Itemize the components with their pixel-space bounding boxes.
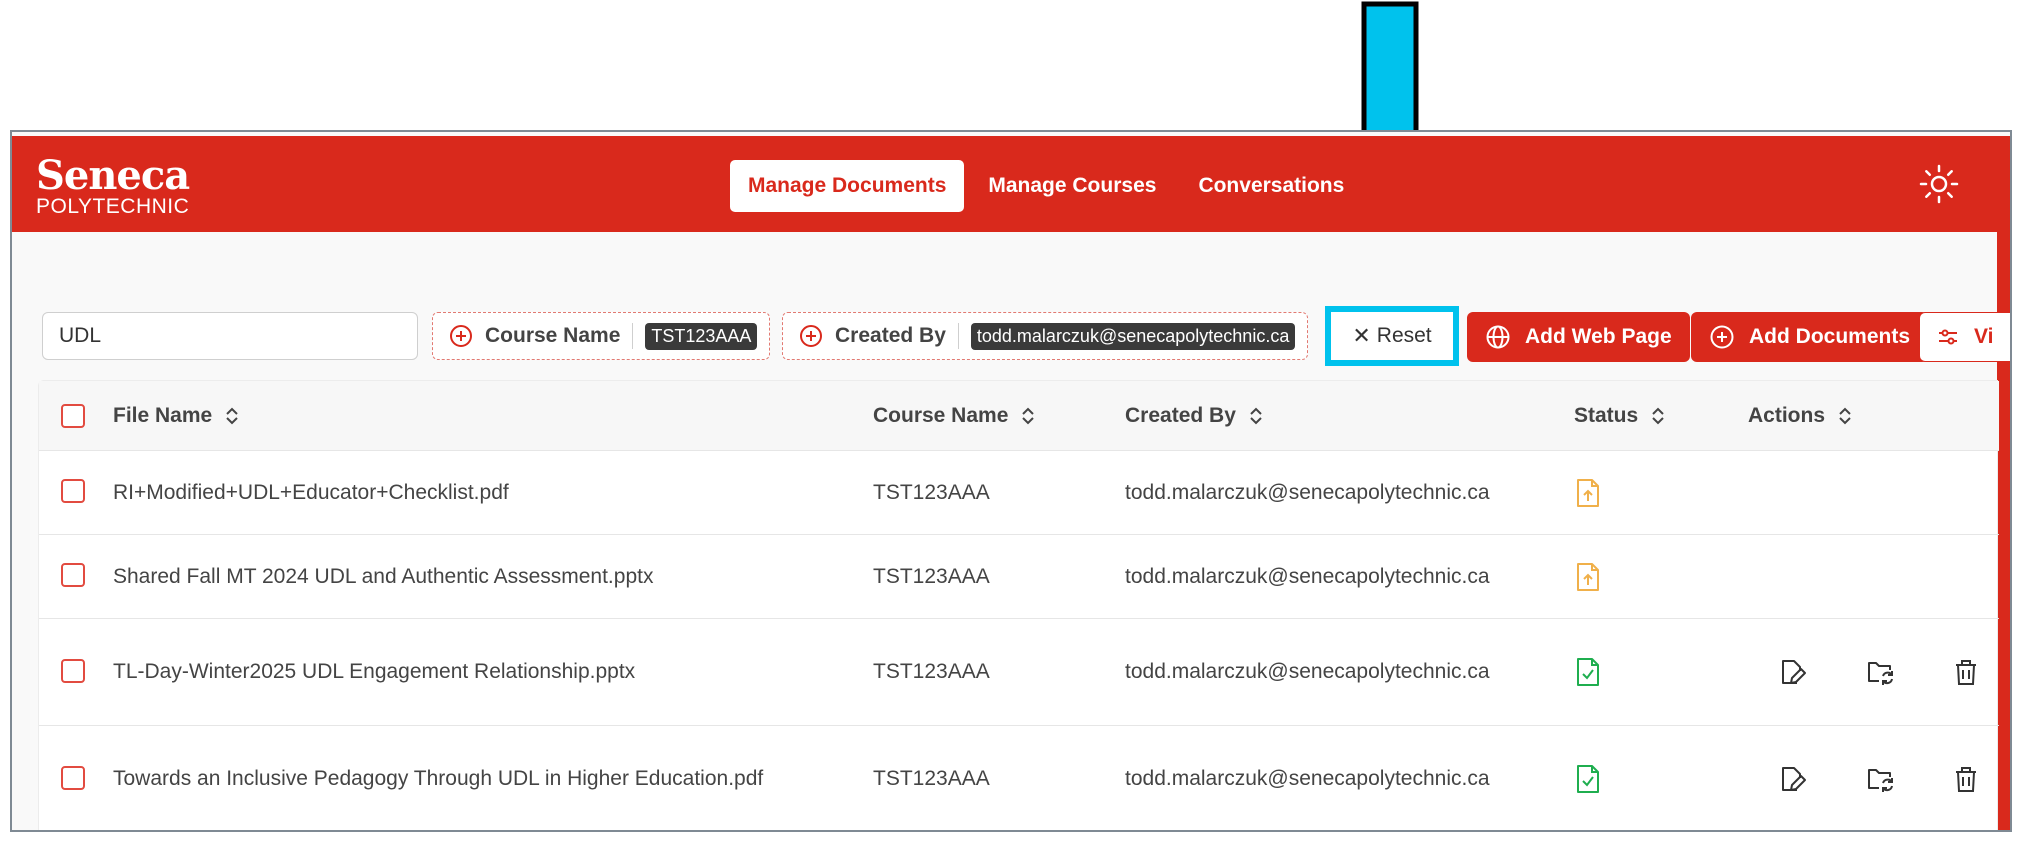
course-name-cell: TST123AAA (873, 480, 990, 504)
folder-sync-icon[interactable] (1865, 657, 1895, 687)
scrollbar-edge (1997, 136, 2010, 830)
table-row[interactable]: RI+Modified+UDL+Educator+Checklist.pdf T… (39, 451, 1999, 535)
status-cell (1575, 535, 1601, 618)
column-header-course-name[interactable]: Course Name (873, 381, 1036, 450)
file-name-cell[interactable]: RI+Modified+UDL+Educator+Checklist.pdf (113, 451, 509, 534)
main-nav: Manage Documents Manage Courses Conversa… (730, 160, 1368, 212)
app-window: Seneca POLYTECHNIC Manage Documents Mana… (10, 130, 2012, 832)
select-all-checkbox[interactable] (61, 404, 85, 428)
nav-manage-documents[interactable]: Manage Documents (730, 160, 965, 212)
action-delete[interactable] (1951, 619, 1981, 725)
globe-icon (1486, 325, 1510, 349)
column-label: Actions (1748, 403, 1826, 427)
filter-label: Created By (835, 324, 946, 347)
action-delete[interactable] (1951, 726, 1981, 830)
table-row[interactable]: Towards an Inclusive Pedagogy Through UD… (39, 726, 1999, 830)
edit-file-icon[interactable] (1777, 764, 1807, 794)
status-cell (1575, 619, 1601, 725)
course-name-cell: TST123AAA (873, 767, 990, 790)
logo-main-text: Seneca (36, 152, 190, 199)
search-input[interactable] (42, 312, 418, 360)
add-web-page-label: Add Web Page (1525, 325, 1672, 348)
reset-label: Reset (1376, 324, 1432, 347)
column-label: Created By (1125, 403, 1236, 427)
filter-created-by[interactable]: Created By todd.malarczuk@senecapolytech… (782, 312, 1309, 360)
row-checkbox[interactable] (61, 479, 85, 503)
sliders-icon (1939, 329, 1957, 345)
file-name-cell[interactable]: Shared Fall MT 2024 UDL and Authentic As… (113, 535, 653, 618)
course-name-cell: TST123AAA (873, 660, 990, 683)
folder-sync-icon[interactable] (1865, 764, 1895, 794)
filter-label: Course Name (485, 324, 621, 347)
action-move[interactable] (1865, 726, 1895, 830)
trash-icon[interactable] (1951, 657, 1981, 687)
plus-circle-icon (1710, 325, 1734, 349)
filter-value-chip: TST123AAA (645, 322, 758, 350)
row-checkbox[interactable] (61, 659, 85, 683)
add-documents-label: Add Documents (1749, 325, 1911, 348)
reset-button[interactable]: ✕ Reset (1325, 306, 1459, 366)
filter-course-name[interactable]: Course Name TST123AAA (432, 312, 771, 360)
row-checkbox[interactable] (61, 766, 85, 790)
action-move[interactable] (1865, 619, 1895, 725)
column-header-status[interactable]: Status (1574, 381, 1666, 450)
trash-icon[interactable] (1951, 764, 1981, 794)
column-label: File Name (113, 403, 213, 427)
created-by-cell: todd.malarczuk@senecapolytechnic.ca (1125, 767, 1490, 790)
table-row[interactable]: Shared Fall MT 2024 UDL and Authentic As… (39, 535, 1999, 619)
sun-icon[interactable] (1917, 162, 1961, 206)
table-header-row: File Name Course Name Created By Status … (39, 381, 1999, 451)
nav-conversations[interactable]: Conversations (1180, 160, 1362, 212)
sort-icon (1250, 407, 1262, 424)
created-by-cell: todd.malarczuk@senecapolytechnic.ca (1125, 564, 1490, 588)
created-by-cell: todd.malarczuk@senecapolytechnic.ca (1125, 480, 1490, 504)
column-label: Status (1574, 403, 1639, 427)
logo-sub-text: POLYTECHNIC (36, 195, 190, 218)
table-row[interactable]: TL-Day-Winter2025 UDL Engagement Relatio… (39, 619, 1999, 726)
seneca-logo[interactable]: Seneca POLYTECHNIC (36, 152, 190, 218)
column-label: Course Name (873, 403, 1009, 427)
course-name-cell: TST123AAA (873, 564, 990, 588)
file-name-cell[interactable]: TL-Day-Winter2025 UDL Engagement Relatio… (113, 619, 635, 725)
filter-value-chip: todd.malarczuk@senecapolytechnic.ca (970, 322, 1296, 350)
file-upload-icon (1577, 562, 1599, 591)
plus-circle-icon (800, 325, 822, 347)
view-label: Vi (1974, 325, 1994, 348)
action-edit[interactable] (1777, 726, 1807, 830)
nav-manage-courses[interactable]: Manage Courses (970, 160, 1174, 212)
add-documents-button[interactable]: Add Documents (1691, 312, 1929, 362)
sort-icon (1652, 407, 1664, 424)
divider (957, 323, 959, 349)
top-nav-bar: Seneca POLYTECHNIC Manage Documents Mana… (12, 136, 2010, 232)
documents-table: File Name Course Name Created By Status … (38, 380, 1999, 830)
file-name-cell[interactable]: Towards an Inclusive Pedagogy Through UD… (113, 726, 763, 830)
file-upload-icon (1577, 478, 1599, 507)
divider (632, 323, 634, 349)
close-icon: ✕ (1352, 323, 1371, 348)
filter-toolbar: Course Name TST123AAA Created By todd.ma… (12, 306, 2010, 368)
column-header-file-name[interactable]: File Name (113, 381, 240, 450)
row-checkbox[interactable] (61, 563, 85, 587)
sort-icon (1022, 407, 1035, 424)
status-cell (1575, 451, 1601, 534)
file-check-icon (1577, 765, 1599, 793)
sort-icon (1839, 407, 1851, 424)
created-by-cell: todd.malarczuk@senecapolytechnic.ca (1125, 660, 1490, 683)
edit-file-icon[interactable] (1777, 657, 1807, 687)
column-header-created-by[interactable]: Created By (1125, 381, 1264, 450)
status-cell (1575, 726, 1601, 830)
sort-icon (226, 407, 238, 424)
view-options-button[interactable]: Vi (1919, 312, 2010, 362)
file-check-icon (1577, 658, 1599, 686)
action-edit[interactable] (1777, 619, 1807, 725)
column-header-actions[interactable]: Actions (1748, 381, 1853, 450)
add-web-page-button[interactable]: Add Web Page (1467, 312, 1690, 362)
plus-circle-icon (450, 325, 472, 347)
